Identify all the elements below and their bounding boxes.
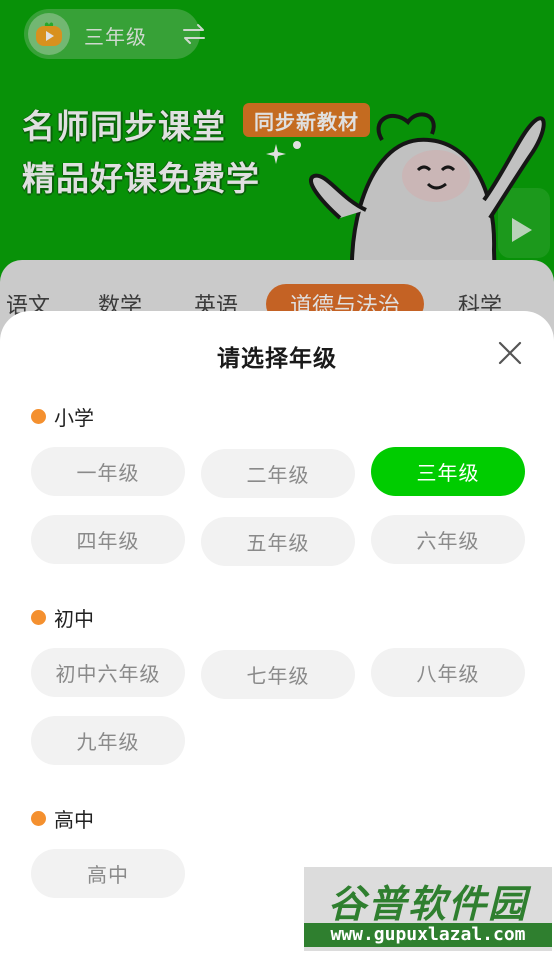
watermark-title: 谷普软件园 (327, 882, 528, 926)
section-dot-icon (31, 610, 46, 625)
section-dot-icon (31, 409, 46, 424)
watermark: 谷普软件园 www.gupuxlazal.com (304, 867, 552, 951)
grade-chip[interactable]: 九年级 (31, 716, 185, 765)
app-screen: 三年级 名师同步课堂 同步新教材 精品好课免费学 语文 数学 英语 道德与法治 … (0, 0, 554, 955)
section-primary: 小学 (31, 402, 94, 431)
section-senior: 高中 (31, 804, 94, 833)
watermark-url: www.gupuxlazal.com (304, 923, 552, 947)
close-icon[interactable] (496, 339, 524, 367)
grade-chip[interactable]: 初中六年级 (31, 648, 185, 697)
grade-chip[interactable]: 五年级 (201, 517, 355, 566)
section-label: 高中 (54, 808, 94, 832)
sheet-title: 请选择年级 (217, 346, 337, 372)
grade-chip[interactable]: 二年级 (201, 449, 355, 498)
grade-chip[interactable]: 八年级 (371, 648, 525, 697)
section-dot-icon (31, 811, 46, 826)
grade-chip[interactable]: 高中 (31, 849, 185, 898)
section-label: 小学 (54, 406, 94, 430)
grade-chip[interactable]: 七年级 (201, 650, 355, 699)
grade-chip[interactable]: 六年级 (371, 515, 525, 564)
grade-chip[interactable]: 四年级 (31, 515, 185, 564)
grade-chip-selected[interactable]: 三年级 (371, 447, 525, 496)
section-label: 初中 (54, 607, 94, 631)
section-junior: 初中 (31, 603, 94, 632)
grade-chip[interactable]: 一年级 (31, 447, 185, 496)
